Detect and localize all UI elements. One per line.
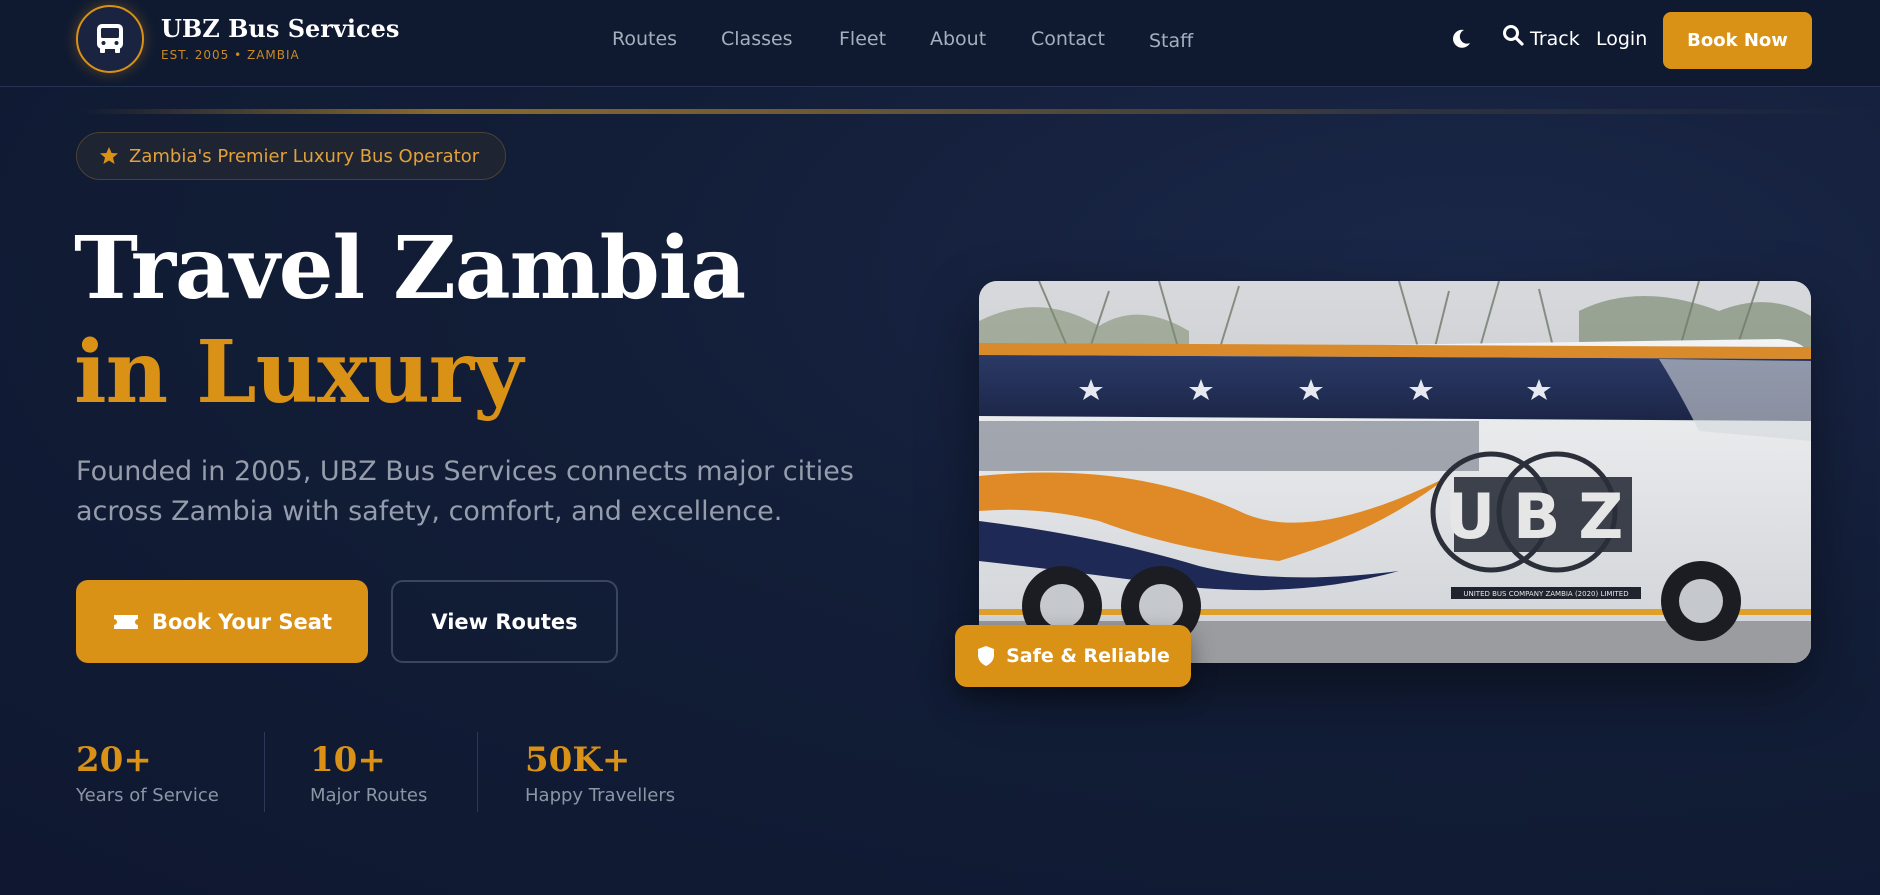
- nav-item-fleet[interactable]: Fleet: [839, 28, 886, 50]
- theme-toggle[interactable]: [1450, 28, 1472, 54]
- badge-text: Zambia's Premier Luxury Bus Operator: [129, 145, 480, 167]
- nav-item-routes[interactable]: Routes: [612, 28, 677, 50]
- book-your-seat-button[interactable]: Book Your Seat: [76, 580, 368, 663]
- track-link[interactable]: Track: [1530, 28, 1580, 50]
- stat-routes-value: 10+: [310, 740, 386, 780]
- safe-reliable-badge: Safe & Reliable: [955, 625, 1191, 687]
- star-icon: [100, 147, 118, 164]
- moon-icon: [1453, 29, 1470, 48]
- track-search-button[interactable]: [1502, 24, 1524, 50]
- accent-divider: [80, 109, 1880, 114]
- stat-routes-label: Major Routes: [310, 785, 428, 806]
- stat-years-label: Years of Service: [76, 785, 219, 806]
- stat-divider: [264, 732, 265, 812]
- search-icon: [1503, 25, 1524, 46]
- nav-item-about[interactable]: About: [930, 28, 986, 50]
- stat-divider: [477, 732, 478, 812]
- premier-badge: Zambia's Premier Luxury Bus Operator: [76, 132, 506, 180]
- bus-photo: UBZ UNITED BUS COMPANY ZAMBIA (2020) LIM…: [979, 281, 1811, 663]
- bus-illustration: UBZ UNITED BUS COMPANY ZAMBIA (2020) LIM…: [979, 281, 1811, 663]
- stat-years-value: 20+: [76, 740, 152, 780]
- site-header: UBZ Bus Services EST. 2005 • ZAMBIA Rout…: [0, 0, 1880, 87]
- brand-tagline: EST. 2005 • ZAMBIA: [161, 48, 300, 62]
- safe-reliable-text: Safe & Reliable: [1006, 645, 1170, 667]
- bus-icon: [97, 24, 123, 53]
- book-your-seat-label: Book Your Seat: [151, 609, 333, 634]
- stat-travellers-label: Happy Travellers: [525, 785, 676, 806]
- hero-description: Founded in 2005, UBZ Bus Services connec…: [76, 456, 854, 527]
- brand-name[interactable]: UBZ Bus Services: [161, 14, 399, 43]
- hero-title-line2: in Luxury: [74, 322, 523, 423]
- shield-icon: [978, 646, 995, 666]
- logo[interactable]: [76, 5, 144, 73]
- nav-item-classes[interactable]: Classes: [721, 28, 793, 50]
- ticket-icon: [113, 614, 138, 629]
- book-now-button[interactable]: Book Now: [1663, 12, 1812, 69]
- view-routes-button[interactable]: View Routes: [391, 580, 618, 663]
- hero-title-line1: Travel Zambia: [74, 218, 746, 319]
- login-link[interactable]: Login: [1596, 28, 1647, 50]
- bus-logo-text: UBZ: [1445, 480, 1642, 553]
- stat-travellers-value: 50K+: [525, 740, 631, 780]
- bus-company-text: UNITED BUS COMPANY ZAMBIA (2020) LIMITED: [1463, 590, 1628, 598]
- nav-item-contact[interactable]: Contact: [1031, 28, 1105, 50]
- nav-item-staff[interactable]: Staff: [1149, 30, 1193, 52]
